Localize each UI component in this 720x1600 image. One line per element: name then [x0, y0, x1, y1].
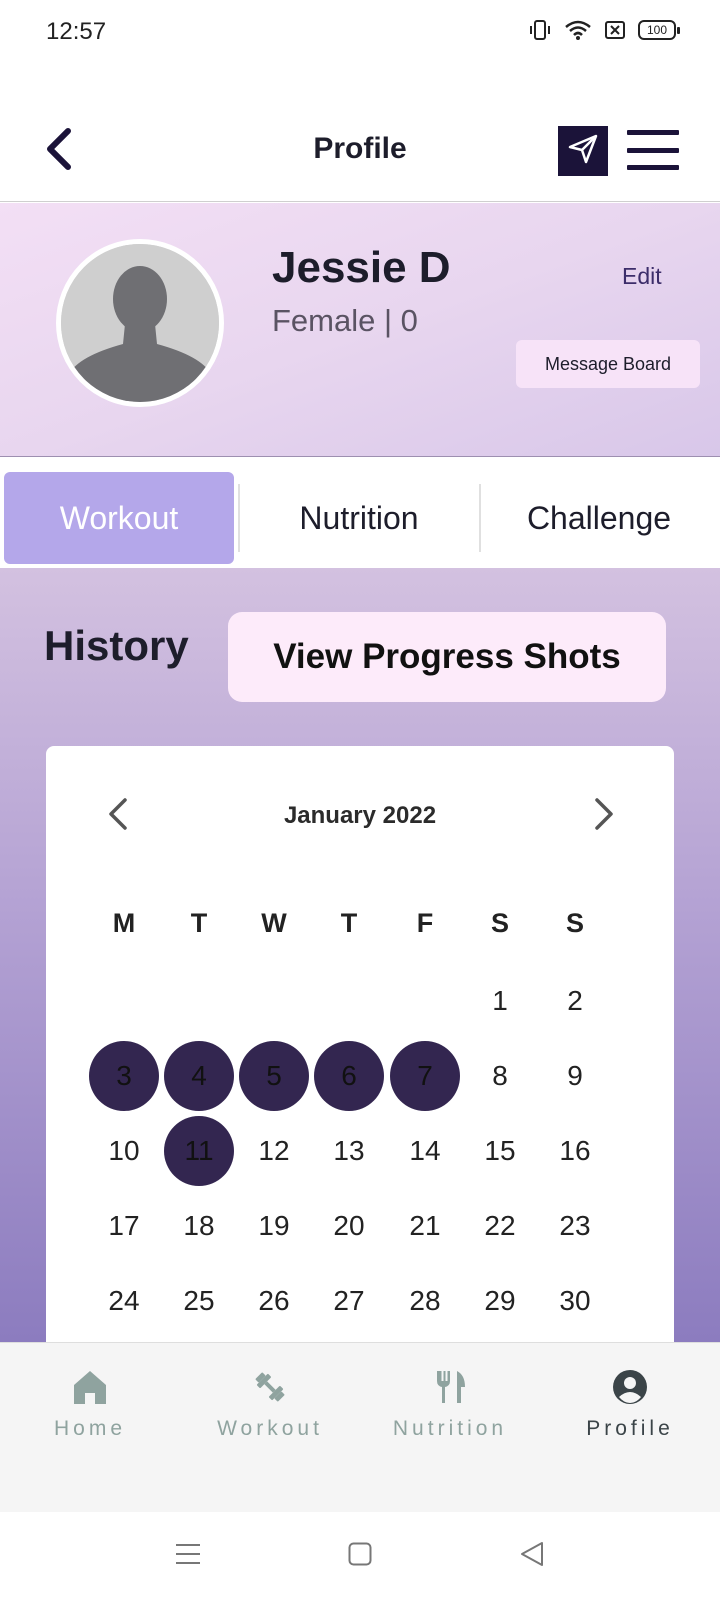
- tab-workout[interactable]: Workout: [4, 472, 234, 564]
- fork-knife-icon: [433, 1367, 467, 1407]
- nav-nutrition-label: Nutrition: [392, 1417, 508, 1440]
- calendar-day[interactable]: 26: [239, 1266, 309, 1336]
- status-bar: 12:57 100: [0, 0, 720, 64]
- profile-card: Jessie D Female | 0 Edit Message Board: [0, 203, 720, 457]
- status-icons: 100: [528, 18, 680, 42]
- calendar-day-workout-logged[interactable]: 6: [314, 1041, 384, 1111]
- calendar-day[interactable]: 9: [540, 1041, 610, 1111]
- calendar-day[interactable]: 28: [390, 1266, 460, 1336]
- calendar-day[interactable]: 16: [540, 1116, 610, 1186]
- tab-divider: [238, 484, 240, 552]
- sim-off-icon: [604, 19, 626, 41]
- message-board-button[interactable]: Message Board: [516, 340, 700, 388]
- calendar-day[interactable]: 2: [540, 966, 610, 1036]
- calendar-day[interactable]: 22: [465, 1191, 535, 1261]
- calendar-day[interactable]: 21: [390, 1191, 460, 1261]
- calendar-day[interactable]: 13: [314, 1116, 384, 1186]
- nav-workout[interactable]: Workout: [195, 1367, 345, 1457]
- bottom-navigation: Home Workout Nutrition Profile: [0, 1342, 720, 1512]
- system-navigation-bar: [0, 1512, 720, 1600]
- calendar-weekday: W: [261, 908, 287, 938]
- calendar-weekday: T: [190, 908, 208, 938]
- wifi-icon: [564, 19, 592, 41]
- calendar-day[interactable]: 23: [540, 1191, 610, 1261]
- recent-apps-icon: [175, 1543, 201, 1570]
- calendar-day-workout-logged[interactable]: 3: [89, 1041, 159, 1111]
- app-header: Profile: [0, 100, 720, 202]
- square-icon: [348, 1542, 372, 1571]
- user-gender-age: Female | 0: [272, 303, 418, 338]
- calendar-day[interactable]: 14: [390, 1116, 460, 1186]
- calendar-weekday: S: [490, 908, 509, 938]
- calendar-day[interactable]: 18: [164, 1191, 234, 1261]
- send-message-button[interactable]: [558, 126, 608, 176]
- calendar-day-workout-logged[interactable]: 7: [390, 1041, 460, 1111]
- nav-nutrition[interactable]: Nutrition: [375, 1367, 525, 1457]
- user-name: Jessie D: [272, 243, 451, 292]
- nav-profile-label: Profile: [586, 1417, 674, 1440]
- recent-apps-button[interactable]: [166, 1534, 210, 1578]
- default-avatar-icon: [61, 244, 219, 402]
- calendar-day[interactable]: 24: [89, 1266, 159, 1336]
- calendar-weekday: T: [340, 908, 358, 938]
- calendar-day-workout-logged[interactable]: 5: [239, 1041, 309, 1111]
- nav-workout-label: Workout: [217, 1417, 323, 1440]
- calendar-day-workout-logged[interactable]: 4: [164, 1041, 234, 1111]
- workout-history-section: History View Progress Shots January 2022…: [0, 568, 720, 1366]
- chevron-left-icon: [44, 127, 72, 176]
- calendar-day[interactable]: 17: [89, 1191, 159, 1261]
- battery-icon: 100: [638, 20, 680, 40]
- calendar-day[interactable]: 15: [465, 1116, 535, 1186]
- calendar-day[interactable]: 10: [89, 1116, 159, 1186]
- avatar: [56, 239, 224, 407]
- view-progress-shots-button[interactable]: View Progress Shots: [228, 612, 666, 702]
- calendar-month-label: January 2022: [283, 802, 437, 829]
- calendar-weekday: S: [565, 908, 584, 938]
- chevron-right-icon: [593, 797, 615, 836]
- calendar-weekday: M: [112, 908, 136, 938]
- previous-month-button[interactable]: [96, 794, 140, 838]
- tab-divider: [479, 484, 481, 552]
- tab-challenge[interactable]: Challenge: [482, 472, 716, 564]
- calendar-day-workout-logged[interactable]: 11: [164, 1116, 234, 1186]
- page-title: Profile: [313, 132, 407, 165]
- tab-nutrition[interactable]: Nutrition: [242, 472, 476, 564]
- status-time: 12:57: [46, 18, 107, 45]
- calendar-day[interactable]: 1: [465, 966, 535, 1036]
- send-icon: [567, 133, 599, 170]
- nav-profile[interactable]: Profile: [555, 1367, 705, 1457]
- calendar-day[interactable]: 29: [465, 1266, 535, 1336]
- calendar-weekday: F: [416, 908, 434, 938]
- vibrate-icon: [528, 18, 552, 42]
- hamburger-menu-button[interactable]: [627, 130, 679, 170]
- calendar-day[interactable]: 8: [465, 1041, 535, 1111]
- history-title: History: [44, 622, 189, 669]
- profile-tabs: Workout Nutrition Challenge: [0, 468, 720, 568]
- dumbbell-icon: [252, 1367, 288, 1407]
- calendar-day[interactable]: 25: [164, 1266, 234, 1336]
- home-system-button[interactable]: [338, 1534, 382, 1578]
- home-icon: [71, 1367, 109, 1407]
- calendar-day[interactable]: 20: [314, 1191, 384, 1261]
- back-button[interactable]: [36, 126, 80, 176]
- nav-home[interactable]: Home: [15, 1367, 165, 1457]
- hamburger-menu-icon: [627, 130, 679, 135]
- chevron-left-icon: [107, 797, 129, 836]
- nav-home-label: Home: [53, 1417, 127, 1440]
- edit-profile-link[interactable]: Edit: [622, 263, 662, 290]
- calendar-day[interactable]: 12: [239, 1116, 309, 1186]
- next-month-button[interactable]: [582, 794, 626, 838]
- calendar-day[interactable]: 30: [540, 1266, 610, 1336]
- calendar-day[interactable]: 27: [314, 1266, 384, 1336]
- calendar: January 2022 MTWTFSS 1 2 3 4 5 6 7 8 9 10 11 12 13 14…: [46, 746, 674, 1366]
- back-system-button[interactable]: [510, 1534, 554, 1578]
- triangle-back-icon: [519, 1541, 545, 1572]
- calendar-day[interactable]: 19: [239, 1191, 309, 1261]
- account-circle-icon: [612, 1367, 648, 1407]
